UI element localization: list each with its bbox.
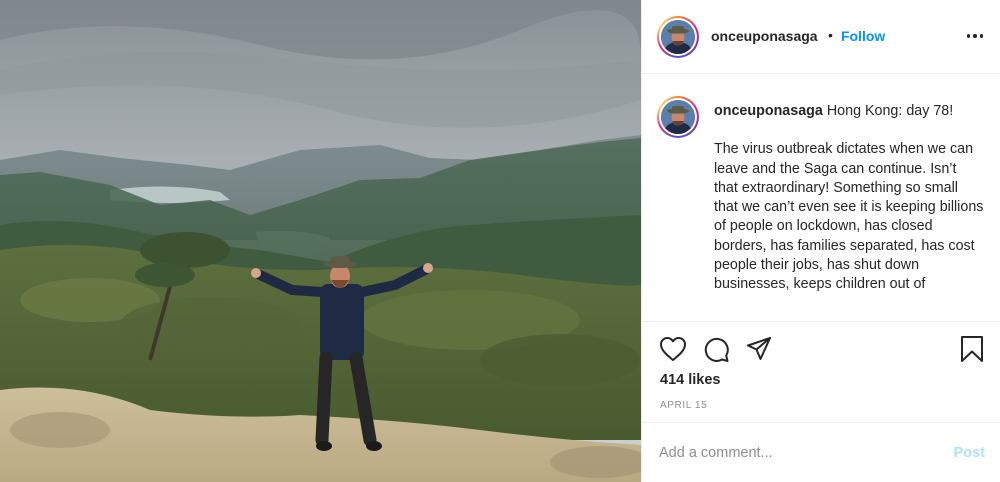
- post-photo[interactable]: [0, 0, 641, 482]
- bookmark-icon[interactable]: [960, 335, 984, 363]
- comment-bar: Post: [642, 422, 1000, 482]
- story-ring[interactable]: [657, 16, 699, 58]
- paper-plane-icon[interactable]: [746, 336, 772, 362]
- caption-title: Hong Kong: day 78!: [826, 103, 954, 119]
- avatar: [661, 20, 695, 54]
- hiker-landscape-image: [0, 0, 641, 482]
- caption-username[interactable]: onceuponasaga: [714, 103, 823, 119]
- caption-section: onceuponasaga Hong Kong: day 78! The viru…: [642, 75, 1000, 321]
- heart-icon[interactable]: [659, 336, 687, 362]
- more-options-icon[interactable]: [963, 24, 987, 48]
- instagram-post: onceuponasaga • Follow onceuponasaga Hon…: [0, 0, 1000, 482]
- post-side-panel: onceuponasaga • Follow onceuponasaga Hon…: [641, 0, 1000, 482]
- caption-text: onceuponasaga Hong Kong: day 78! The viru…: [714, 102, 984, 295]
- header-username[interactable]: onceuponasaga: [711, 28, 818, 44]
- post-comment-button[interactable]: Post: [954, 445, 985, 461]
- profile-photo: [661, 100, 695, 134]
- post-header: onceuponasaga • Follow: [642, 0, 1000, 74]
- caption-story-ring[interactable]: [657, 96, 699, 138]
- caption-body: The virus outbreak dictates when we can …: [714, 141, 984, 293]
- actions-section: 414 likes APRIL 15 Post: [642, 321, 1000, 482]
- caption-avatar: [661, 100, 695, 134]
- comment-bubble-icon[interactable]: [702, 336, 730, 364]
- profile-photo: [661, 20, 695, 54]
- comment-input[interactable]: [659, 441, 929, 465]
- separator-dot: •: [828, 27, 833, 43]
- follow-button[interactable]: Follow: [841, 28, 885, 44]
- likes-count[interactable]: 414 likes: [660, 372, 720, 388]
- post-date: APRIL 15: [660, 400, 708, 411]
